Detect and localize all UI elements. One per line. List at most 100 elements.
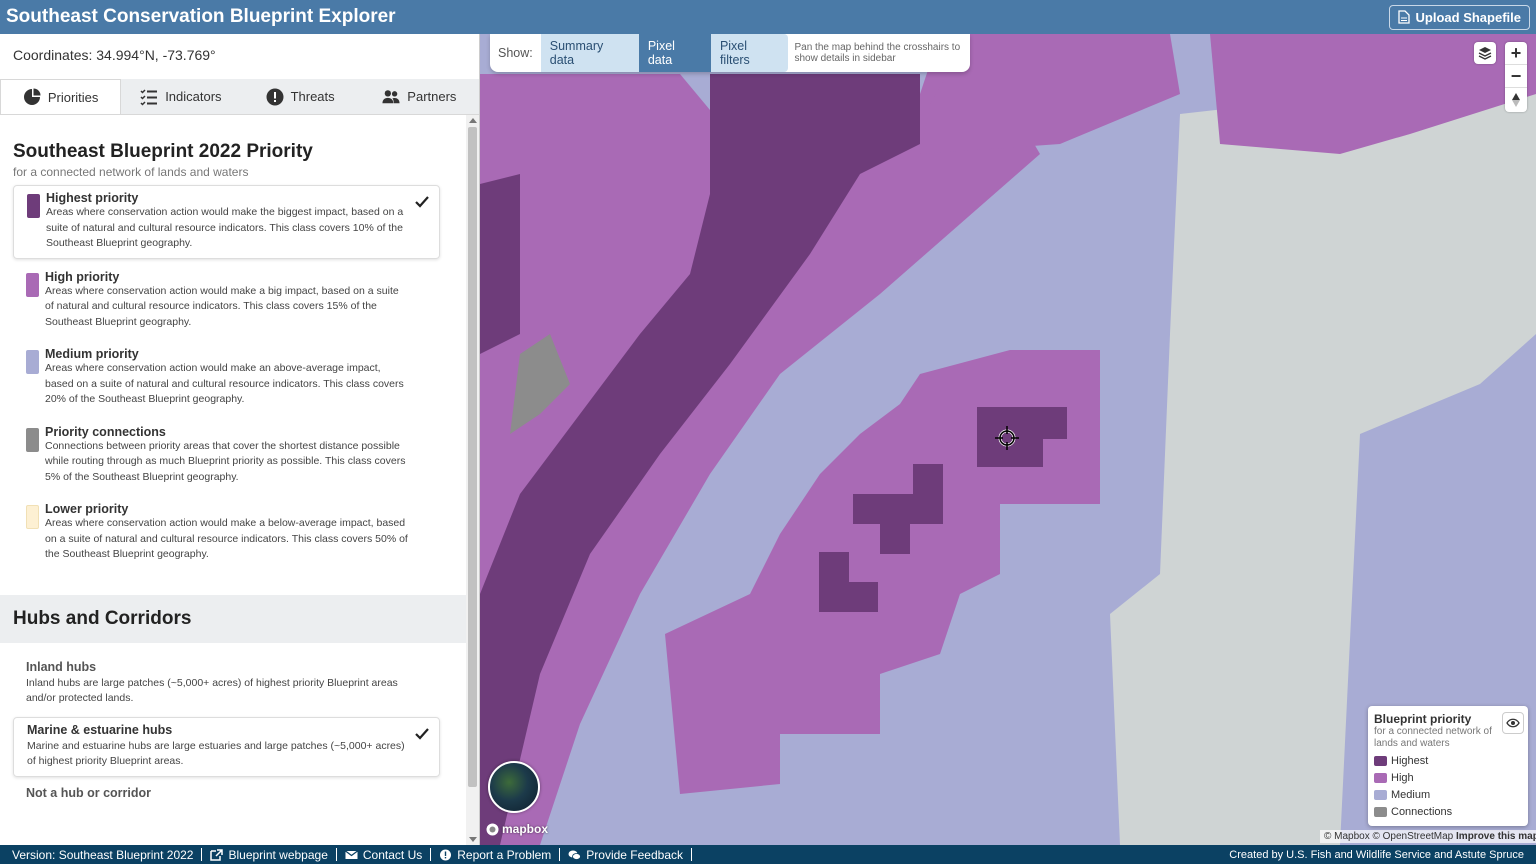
eye-icon bbox=[1506, 718, 1520, 728]
envelope-icon bbox=[345, 850, 358, 859]
upload-shapefile-button[interactable]: Upload Shapefile bbox=[1388, 4, 1530, 30]
map-legend-label: High bbox=[1391, 772, 1414, 784]
sidebar: Coordinates: 34.994°N, -73.769° Prioriti… bbox=[0, 34, 480, 845]
hub-description: Inland hubs are large patches (~5,000+ a… bbox=[26, 676, 398, 705]
highest-priority-area bbox=[480, 174, 520, 354]
priority-swatch bbox=[26, 505, 39, 529]
mapbox-icon bbox=[486, 823, 499, 835]
app-title: Southeast Conservation Blueprint Explore… bbox=[6, 6, 396, 27]
map-legend-label: Highest bbox=[1391, 755, 1429, 767]
map-legend-subtitle: for a connected network of lands and wat… bbox=[1374, 726, 1492, 749]
map-legend: Blueprint priority for a connected netwo… bbox=[1368, 706, 1528, 826]
scroll-up-arrow[interactable] bbox=[469, 118, 477, 123]
footer-link-label[interactable]: Contact Us bbox=[363, 848, 422, 862]
tab-partners[interactable]: Partners bbox=[360, 79, 479, 114]
map-legend-swatch bbox=[1374, 807, 1387, 817]
priority-description: Areas where conservation action would ma… bbox=[46, 206, 404, 249]
tab-label: Partners bbox=[407, 89, 457, 104]
users-icon bbox=[382, 89, 400, 103]
priority-item-connections[interactable]: Priority connections Connections between… bbox=[13, 420, 440, 492]
hub-label: Not a hub or corridor bbox=[26, 785, 151, 800]
minimap-globe[interactable] bbox=[488, 761, 540, 813]
tab-threats[interactable]: Threats bbox=[241, 79, 360, 114]
check-icon bbox=[415, 196, 429, 208]
priority-swatch bbox=[26, 350, 39, 374]
layers-button[interactable] bbox=[1474, 42, 1496, 64]
hub-item-inland[interactable]: Inland hubs Inland hubs are large patche… bbox=[13, 655, 440, 713]
footer: Version: Southeast Blueprint 2022 Bluepr… bbox=[0, 845, 1536, 864]
hubs-title: Hubs and Corridors bbox=[0, 594, 466, 643]
priority-label: High priority bbox=[45, 269, 120, 284]
priority-item-high[interactable]: High priority Areas where conservation a… bbox=[13, 265, 440, 337]
hub-description: Marine and estuarine hubs are large estu… bbox=[27, 739, 405, 768]
mapbox-label: mapbox bbox=[502, 822, 549, 836]
tab-priorities[interactable]: Priorities bbox=[0, 79, 122, 114]
layers-icon bbox=[1478, 47, 1492, 60]
priority-description: Areas where conservation action would ma… bbox=[45, 362, 404, 405]
sidebar-tabs: Priorities Indicators Threats Partners bbox=[0, 79, 479, 115]
warning-icon bbox=[440, 849, 452, 860]
tab-indicators[interactable]: Indicators bbox=[121, 79, 240, 114]
hub-item-marine[interactable]: Marine & estuarine hubs Marine and estua… bbox=[13, 716, 440, 777]
footer-link-feedback[interactable]: Provide Feedback bbox=[560, 848, 693, 862]
sidebar-scrollbar[interactable] bbox=[466, 115, 479, 845]
tab-label: Indicators bbox=[165, 89, 222, 104]
mode-pixel-button[interactable]: Pixel data bbox=[638, 34, 711, 72]
improve-map-link[interactable]: Improve this map bbox=[1456, 831, 1536, 842]
attribution-text[interactable]: © Mapbox © OpenStreetMap bbox=[1324, 831, 1453, 842]
list-icon bbox=[140, 88, 158, 106]
footer-link-label[interactable]: Blueprint webpage bbox=[228, 848, 327, 862]
compass-button[interactable] bbox=[1505, 88, 1527, 111]
footer-version: Version: Southeast Blueprint 2022 bbox=[12, 848, 203, 862]
upload-shapefile-label: Upload Shapefile bbox=[1415, 9, 1521, 25]
map-legend-entry: Medium bbox=[1374, 789, 1522, 801]
map-attribution[interactable]: © Mapbox © OpenStreetMap Improve this ma… bbox=[1320, 830, 1536, 843]
zoom-out-button[interactable]: − bbox=[1505, 65, 1527, 88]
zoom-control: + − bbox=[1505, 42, 1527, 112]
footer-link-contact[interactable]: Contact Us bbox=[337, 848, 432, 862]
map-legend-swatch bbox=[1374, 790, 1387, 800]
scroll-thumb[interactable] bbox=[468, 127, 477, 787]
external-link-icon bbox=[210, 848, 224, 861]
mode-summary-button[interactable]: Summary data bbox=[540, 34, 639, 72]
map-legend-entry: High bbox=[1374, 772, 1522, 784]
priority-description: Areas where conservation action would ma… bbox=[45, 284, 399, 328]
priority-label: Lower priority bbox=[45, 502, 129, 516]
priority-item-highest[interactable]: Highest priority Areas where conservatio… bbox=[13, 185, 440, 259]
hub-label: Marine & estuarine hubs bbox=[27, 722, 173, 737]
footer-link-report[interactable]: Report a Problem bbox=[431, 848, 561, 862]
priority-item-medium[interactable]: Medium priority Areas where conservation… bbox=[13, 342, 440, 414]
map[interactable]: Show: Summary data Pixel data Pixel filt… bbox=[480, 34, 1536, 845]
compass-icon bbox=[1512, 92, 1520, 107]
footer-link-webpage[interactable]: Blueprint webpage bbox=[202, 848, 337, 862]
hub-item-none[interactable]: Not a hub or corridor bbox=[13, 781, 440, 806]
map-legend-swatch bbox=[1374, 773, 1387, 783]
priority-swatch bbox=[27, 194, 40, 218]
scroll-down-arrow[interactable] bbox=[469, 837, 477, 842]
priority-label: Highest priority bbox=[46, 191, 139, 205]
hub-label: Inland hubs bbox=[26, 659, 97, 674]
hubs-list: Inland hubs Inland hubs are large patche… bbox=[0, 655, 466, 806]
footer-link-label[interactable]: Provide Feedback bbox=[586, 848, 683, 862]
crosshair-icon bbox=[995, 426, 1019, 450]
mode-filters-button[interactable]: Pixel filters bbox=[710, 34, 789, 72]
priority-item-lower[interactable]: Lower priority Areas where conservation … bbox=[13, 497, 440, 569]
app-header: Southeast Conservation Blueprint Explore… bbox=[0, 0, 1536, 34]
mapbox-logo[interactable]: mapbox bbox=[486, 822, 548, 836]
show-label: Show: bbox=[498, 46, 533, 60]
footer-credit: Created by U.S. Fish and Wildlife Servic… bbox=[1229, 848, 1524, 861]
footer-link-label[interactable]: Report a Problem bbox=[457, 848, 551, 862]
sidebar-content: Southeast Blueprint 2022 Priority for a … bbox=[0, 115, 466, 845]
warning-icon bbox=[266, 88, 284, 105]
map-legend-label: Connections bbox=[1391, 806, 1453, 818]
file-icon bbox=[1397, 10, 1410, 24]
check-icon bbox=[415, 727, 429, 740]
priority-description: Connections between priority areas that … bbox=[45, 439, 406, 483]
map-legend-swatch bbox=[1374, 756, 1387, 766]
coordinates-readout: Coordinates: 34.994°N, -73.769° bbox=[13, 47, 216, 63]
map-legend-entry: Highest bbox=[1374, 755, 1522, 767]
priority-swatch bbox=[26, 272, 39, 297]
map-legend-entry: Connections bbox=[1374, 806, 1522, 818]
legend-visibility-button[interactable] bbox=[1502, 712, 1524, 734]
zoom-in-button[interactable]: + bbox=[1505, 42, 1527, 65]
